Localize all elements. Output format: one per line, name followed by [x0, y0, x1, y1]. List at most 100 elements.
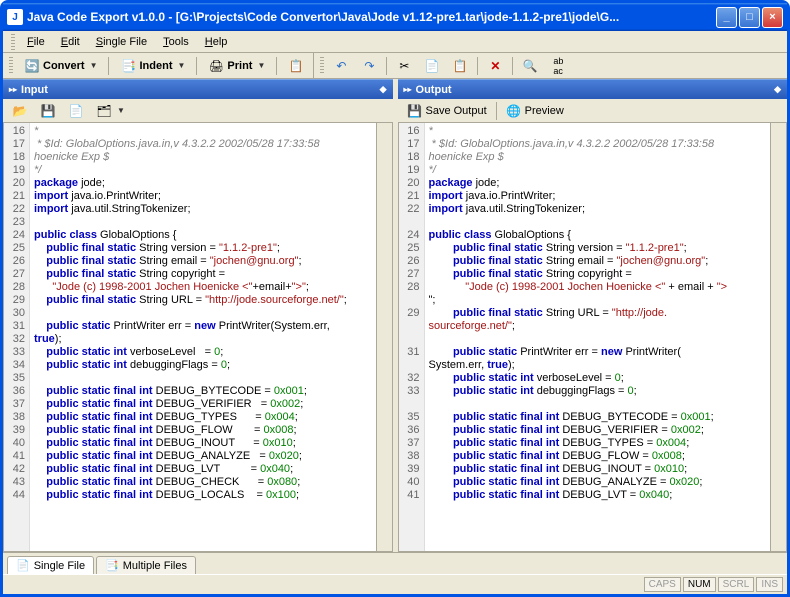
menu-help[interactable]: Help: [199, 34, 234, 50]
separator: [276, 57, 277, 75]
find-icon: 🔍: [522, 58, 538, 74]
copy-icon: 📄: [424, 58, 440, 74]
toolbar-main: 🔄 Convert ▼ 📑 Indent ▼ 🖨 Print ▼ 📋: [3, 53, 314, 79]
toolbar-grip[interactable]: [320, 57, 324, 75]
delete-button[interactable]: ✕: [482, 55, 508, 77]
save-button[interactable]: 💾: [35, 100, 61, 122]
tab-multiple-files[interactable]: 📑 Multiple Files: [96, 556, 196, 574]
window-title: Java Code Export v1.0.0 - [G:\Projects\C…: [27, 10, 716, 24]
paste-button[interactable]: 📋: [447, 55, 473, 77]
delete-icon: ✕: [487, 58, 503, 74]
content-area: ▸▸ Input ◆ 📂 💾 📄 🗂▼ 16171819202122232425…: [3, 79, 787, 552]
dropdown-icon: ▼: [90, 61, 98, 70]
tab-single-label: Single File: [34, 560, 85, 572]
replace-icon: abac: [550, 58, 566, 74]
undo-icon: ↶: [333, 58, 349, 74]
titlebar[interactable]: J Java Code Export v1.0.0 - [G:\Projects…: [3, 3, 787, 31]
convert-label: Convert: [43, 60, 85, 72]
status-scrl: SCRL: [718, 577, 755, 592]
paste-icon: 📋: [452, 58, 468, 74]
input-code[interactable]: * * $Id: GlobalOptions.java.in,v 4.3.2.2…: [30, 123, 376, 551]
dropdown-icon: ▼: [177, 61, 185, 70]
separator: [386, 57, 387, 75]
preview-icon: 🌐: [506, 103, 522, 119]
toolbar-grip[interactable]: [9, 57, 13, 75]
tab-single-file[interactable]: 📄 Single File: [7, 556, 94, 574]
save-output-button[interactable]: 💾 Save Output: [402, 100, 492, 122]
separator: [477, 57, 478, 75]
cut-button[interactable]: ✂: [391, 55, 417, 77]
save-icon: 💾: [40, 103, 56, 119]
preview-label: Preview: [525, 105, 564, 117]
redo-icon: ↷: [361, 58, 377, 74]
save-icon: 💾: [407, 103, 423, 119]
close-button[interactable]: ×: [762, 7, 783, 28]
print-icon: 🖨: [208, 58, 224, 74]
panel-options-icon[interactable]: ◆: [380, 84, 387, 95]
find-button[interactable]: 🔍: [517, 55, 543, 77]
clipboard-button[interactable]: 📋: [283, 55, 309, 77]
preview-button[interactable]: 🌐 Preview: [501, 100, 569, 122]
redo-button[interactable]: ↷: [356, 55, 382, 77]
panel-options-icon[interactable]: ◆: [774, 84, 781, 95]
file-icon: 📄: [16, 559, 30, 572]
convert-button[interactable]: 🔄 Convert ▼: [19, 55, 102, 77]
output-toolbar: 💾 Save Output 🌐 Preview: [398, 99, 788, 123]
input-gutter: 1617181920212223242526272829303132333435…: [4, 123, 30, 551]
app-icon: J: [7, 9, 23, 25]
status-ins: INS: [756, 577, 783, 592]
input-panel-header[interactable]: ▸▸ Input ◆: [3, 79, 393, 99]
clipboard-icon: 📋: [288, 58, 304, 74]
chevron-right-icon: ▸▸: [404, 85, 412, 94]
input-title: Input: [21, 84, 380, 96]
menu-tools[interactable]: Tools: [157, 34, 195, 50]
files-icon: 📑: [105, 559, 119, 572]
separator: [108, 57, 109, 75]
app-window: J Java Code Export v1.0.0 - [G:\Projects…: [0, 0, 790, 597]
separator: [496, 102, 497, 120]
menu-file[interactable]: File: [21, 34, 51, 50]
save-output-label: Save Output: [426, 105, 487, 117]
dropdown-icon: ▼: [257, 61, 265, 70]
status-caps: CAPS: [644, 577, 681, 592]
menubar-grip[interactable]: [11, 34, 15, 50]
minimize-button[interactable]: _: [716, 7, 737, 28]
convert-icon: 🔄: [24, 58, 40, 74]
input-toolbar: 📂 💾 📄 🗂▼: [3, 99, 393, 123]
input-editor[interactable]: 1617181920212223242526272829303132333435…: [3, 123, 393, 552]
input-scrollbar[interactable]: [376, 123, 392, 551]
print-button[interactable]: 🖨 Print ▼: [203, 55, 270, 77]
bottom-tabs: 📄 Single File 📑 Multiple Files: [3, 552, 787, 574]
print-label: Print: [227, 60, 252, 72]
options-icon: 🗂: [96, 103, 112, 119]
output-code[interactable]: * * $Id: GlobalOptions.java.in,v 4.3.2.2…: [425, 123, 771, 551]
status-num: NUM: [683, 577, 716, 592]
menu-single-file[interactable]: Single File: [90, 34, 153, 50]
statusbar: CAPS NUM SCRL INS: [3, 574, 787, 594]
output-panel-header[interactable]: ▸▸ Output ◆: [398, 79, 788, 99]
output-title: Output: [416, 84, 775, 96]
undo-button[interactable]: ↶: [328, 55, 354, 77]
separator: [196, 57, 197, 75]
output-panel: ▸▸ Output ◆ 💾 Save Output 🌐 Preview 1617…: [398, 79, 788, 552]
indent-icon: 📑: [120, 58, 136, 74]
indent-button[interactable]: 📑 Indent ▼: [115, 55, 190, 77]
input-panel: ▸▸ Input ◆ 📂 💾 📄 🗂▼ 16171819202122232425…: [3, 79, 393, 552]
output-scrollbar[interactable]: [770, 123, 786, 551]
separator: [512, 57, 513, 75]
dropdown-icon: ▼: [117, 106, 125, 115]
options-button[interactable]: 🗂▼: [91, 100, 130, 122]
menu-edit[interactable]: Edit: [55, 34, 86, 50]
new-button[interactable]: 📄: [63, 100, 89, 122]
output-editor[interactable]: 1617181920212224252627282931323335363738…: [398, 123, 788, 552]
toolbar-edit: ↶ ↷ ✂ 📄 📋 ✕ 🔍 abac: [314, 53, 787, 79]
maximize-button[interactable]: □: [739, 7, 760, 28]
indent-label: Indent: [139, 60, 172, 72]
open-icon: 📂: [12, 103, 28, 119]
replace-button[interactable]: abac: [545, 55, 571, 77]
open-button[interactable]: 📂: [7, 100, 33, 122]
cut-icon: ✂: [396, 58, 412, 74]
output-gutter: 1617181920212224252627282931323335363738…: [399, 123, 425, 551]
copy-button[interactable]: 📄: [419, 55, 445, 77]
new-icon: 📄: [68, 103, 84, 119]
